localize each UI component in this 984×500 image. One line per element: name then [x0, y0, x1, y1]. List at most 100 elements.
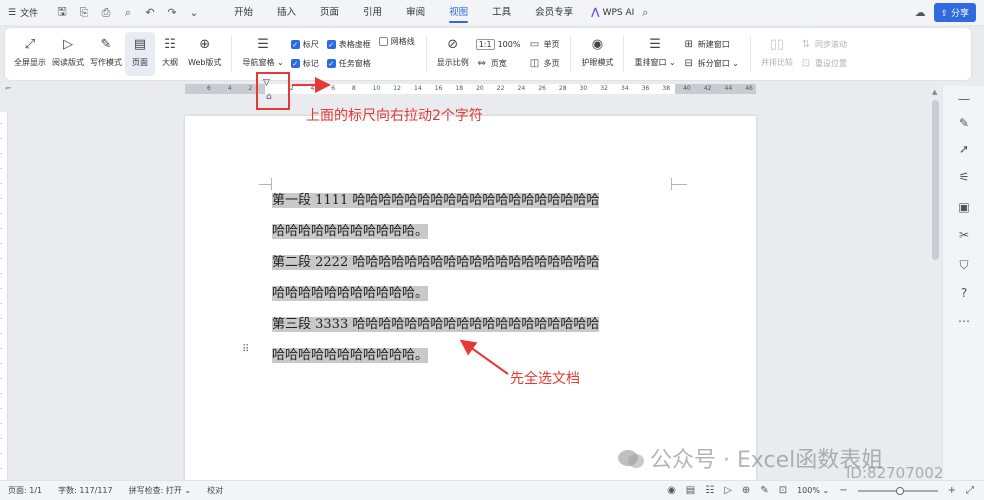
checkbox-column-1: ✓ 标尺 ✓ 标记	[287, 32, 323, 76]
indent-marker-bottom-icon[interactable]: ⌂	[266, 92, 272, 102]
share-button[interactable]: ⇪ 分享	[933, 3, 976, 22]
zoom-level[interactable]: 100% ⌄	[797, 486, 829, 495]
menu-tab[interactable]: 工具	[480, 0, 523, 26]
fullscreen-button[interactable]: ⤢ 全屏显示	[11, 32, 49, 76]
pen-icon[interactable]: ✎	[760, 485, 768, 496]
write-mode-button[interactable]: ✎ 写作模式	[87, 32, 125, 76]
outline-view-icon[interactable]: ☷	[705, 485, 714, 496]
zoom-100-button[interactable]: 1:1 100%	[475, 39, 520, 50]
rearrange-window-button[interactable]: ☰ 重排窗口 ⌄	[631, 32, 678, 76]
checkbox-checked-icon: ✓	[290, 59, 300, 68]
sync-scroll-button[interactable]: ⇅ 同步滚动	[800, 39, 847, 50]
ruler-tick-label: 4	[310, 85, 315, 92]
settings-sliders-icon[interactable]: ⚟	[957, 170, 971, 184]
page-indicator[interactable]: 页面: 1/1	[0, 485, 50, 496]
single-page-button[interactable]: ▭ 单页	[528, 39, 560, 50]
image-icon[interactable]: ▣	[957, 200, 971, 214]
drag-handle-icon[interactable]: ⠿	[242, 344, 249, 355]
zoom-out-icon[interactable]: −	[839, 485, 847, 496]
more-icon[interactable]: ⋯	[957, 314, 971, 328]
menu-tab[interactable]: 审阅	[394, 0, 437, 26]
web-layout-button[interactable]: ⊕ Web版式	[185, 32, 224, 76]
ruler-corner-icon[interactable]: ⌐	[5, 84, 12, 93]
search-icon[interactable]: ⌕	[642, 6, 648, 20]
scroll-up-icon[interactable]: ▲	[932, 88, 937, 96]
document-line[interactable]: 第二段 2222 哈哈哈哈哈哈哈哈哈哈哈哈哈哈哈哈哈哈哈	[272, 247, 600, 278]
cursor-icon[interactable]: ➚	[957, 142, 971, 156]
pen-icon[interactable]: ✎	[957, 116, 971, 130]
wps-ai-button[interactable]: ⋀ WPS AI	[591, 7, 634, 18]
display-ratio-button[interactable]: ⊘ 显示比例	[434, 32, 472, 76]
read-mode-button[interactable]: ▷ 阅读版式	[49, 32, 87, 76]
web-view-icon[interactable]: ⊕	[742, 485, 750, 496]
new-window-button[interactable]: ⊞ 新建窗口	[683, 39, 739, 50]
document-page[interactable]: 第一段 1111 哈哈哈哈哈哈哈哈哈哈哈哈哈哈哈哈哈哈哈 哈哈哈哈哈哈哈哈哈哈哈…	[185, 116, 756, 486]
spell-check[interactable]: 拼写检查: 打开 ⌄	[121, 485, 200, 496]
tools-icon[interactable]: ✂	[957, 228, 971, 242]
proofread[interactable]: 校对	[199, 485, 231, 496]
outline-button[interactable]: ☷ 大纲	[155, 32, 185, 76]
vertical-ruler-tick: ·	[0, 468, 5, 470]
selected-text: 第三段 3333 哈哈哈哈哈哈哈哈哈哈哈哈哈哈哈哈哈哈哈	[272, 317, 600, 332]
vertical-scrollbar[interactable]	[932, 100, 939, 260]
word-count[interactable]: 字数: 117/117	[50, 485, 120, 496]
eye-mode-button[interactable]: ◉ 护眼模式	[578, 32, 616, 76]
indent-marker-icon[interactable]: ▽	[263, 78, 270, 88]
file-menu[interactable]: ☰ 文件	[0, 6, 48, 20]
menu-tab[interactable]: 引用	[351, 0, 394, 26]
ribbon-separator	[623, 36, 625, 72]
zoom-in-icon[interactable]: +	[948, 485, 956, 496]
shirt-icon[interactable]: ⛉	[957, 258, 971, 272]
multi-page-button[interactable]: ◫ 多页	[528, 58, 560, 69]
undo-icon[interactable]: ↶	[144, 6, 156, 19]
menu-tab[interactable]: 会员专享	[523, 0, 585, 26]
zoom-slider[interactable]	[857, 486, 938, 495]
reset-position-button[interactable]: ⊡ 重设位置	[800, 58, 847, 69]
side-by-side-button[interactable]: ▯▯ 并排比较	[758, 32, 796, 76]
markup-checkbox[interactable]: ✓ 标记	[290, 58, 319, 69]
table-gridlines-checkbox[interactable]: ✓ 表格虚框	[326, 39, 371, 50]
selected-text: 哈哈哈哈哈哈哈哈哈哈哈。	[272, 348, 429, 363]
ruler-tick-label: 42	[703, 85, 712, 92]
fit-page-icon[interactable]: ⊡	[779, 485, 787, 496]
help-icon[interactable]: ?	[957, 286, 971, 300]
ruler-checkbox[interactable]: ✓ 标尺	[290, 39, 319, 50]
export-pdf-icon[interactable]: ⎘	[78, 6, 90, 20]
fullscreen-icon[interactable]: ⤢	[966, 485, 974, 496]
play-icon[interactable]: ▷	[724, 485, 732, 496]
right-side-panel: — ✎ ➚ ⚟ ▣ ✂ ⛉ ? ⋯	[942, 86, 984, 480]
page-width-button[interactable]: ⇔ 页宽	[476, 58, 521, 69]
write-mode-icon: ✎	[100, 36, 112, 52]
document-line[interactable]: 第一段 1111 哈哈哈哈哈哈哈哈哈哈哈哈哈哈哈哈哈哈哈	[272, 185, 600, 216]
menu-tab[interactable]: 视图	[437, 0, 480, 26]
document-line[interactable]: 哈哈哈哈哈哈哈哈哈哈哈。	[272, 340, 429, 371]
ruler-tick-label: 40	[683, 85, 691, 92]
menu-tab[interactable]: 页面	[308, 0, 351, 26]
vertical-ruler-tick: ·	[0, 138, 5, 140]
page-view-icon[interactable]: ▤	[686, 485, 695, 496]
document-line[interactable]: 第三段 3333 哈哈哈哈哈哈哈哈哈哈哈哈哈哈哈哈哈哈哈	[272, 309, 600, 340]
rearrange-window-icon: ☰	[649, 36, 661, 52]
split-window-icon: ⊟	[684, 58, 693, 69]
split-window-button[interactable]: ⊟ 拆分窗口 ⌄	[683, 58, 739, 69]
print-icon[interactable]: ⎙	[100, 6, 112, 20]
menu-tab[interactable]: 开始	[222, 0, 265, 26]
page-view-button[interactable]: ▤ 页面	[125, 32, 155, 76]
document-line[interactable]: 哈哈哈哈哈哈哈哈哈哈哈。	[272, 278, 429, 309]
save-icon[interactable]: 🖫	[56, 3, 68, 22]
task-pane-checkbox[interactable]: ✓ 任务窗格	[326, 58, 371, 69]
chevron-down-icon[interactable]: ⌄	[188, 6, 200, 19]
sync-scroll-label: 同步滚动	[814, 40, 847, 49]
collapse-icon[interactable]: —	[957, 92, 971, 106]
checkbox-checked-icon: ✓	[326, 40, 336, 49]
document-line[interactable]: 哈哈哈哈哈哈哈哈哈哈哈。	[272, 216, 429, 247]
vertical-ruler[interactable]: · · · · · · · · · · · · · · · · · · · · · · · ·	[0, 112, 8, 482]
zoom-slider-thumb[interactable]	[895, 486, 904, 495]
gridlines-checkbox[interactable]: 网格线	[378, 36, 415, 47]
eye-icon[interactable]: ◉	[667, 485, 676, 496]
cloud-sync-icon[interactable]: ☁	[915, 6, 926, 19]
redo-icon[interactable]: ↷	[166, 6, 178, 19]
menu-tab[interactable]: 插入	[265, 0, 308, 26]
print-preview-icon[interactable]: ⌕	[122, 6, 134, 20]
nav-pane-button[interactable]: ☰ 导航窗格 ⌄	[239, 32, 286, 76]
